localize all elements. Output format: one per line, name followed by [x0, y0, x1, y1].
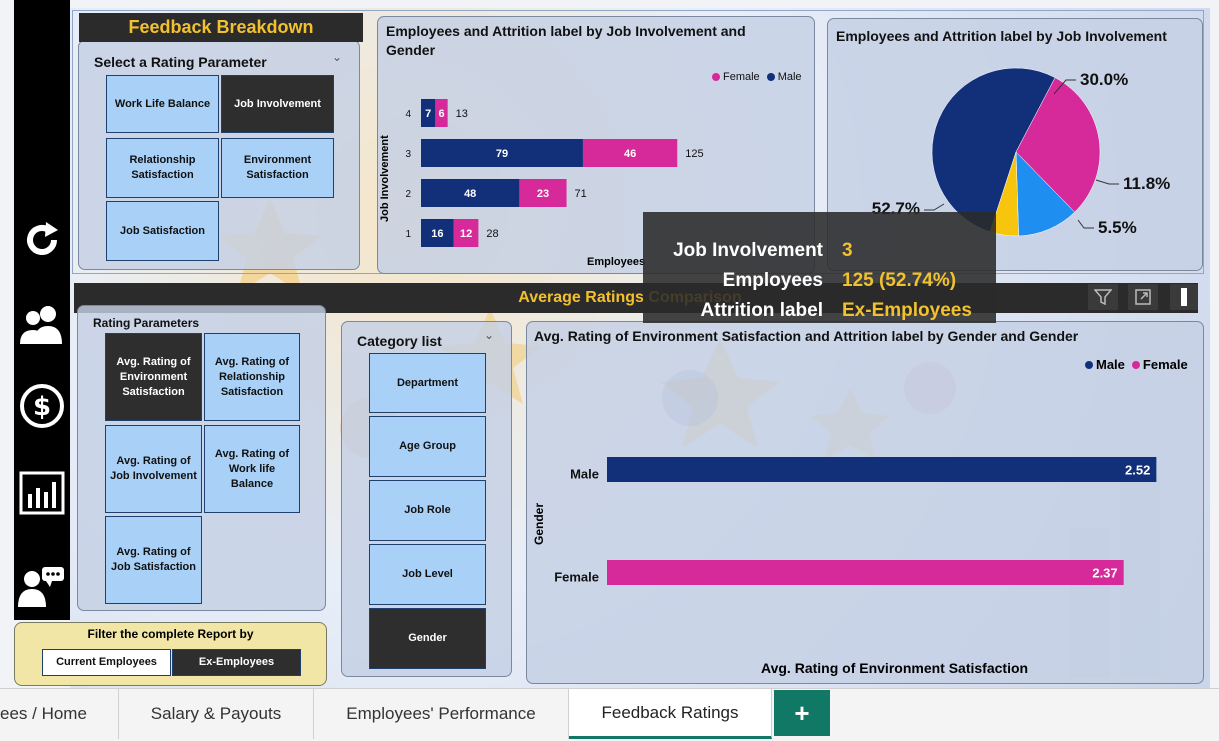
chart3-xlabel: Avg. Rating of Environment Satisfaction	[761, 660, 1029, 676]
pie-leader-line	[1095, 179, 1119, 185]
svg-text:$: $	[33, 392, 51, 422]
tab-feedback-ratings[interactable]: Feedback Ratings	[569, 689, 772, 739]
employees-icon[interactable]	[14, 304, 70, 346]
tooltip-key-job-involvement: Job Involvement	[673, 240, 823, 261]
legend-female-swatch	[712, 73, 720, 81]
tile-relationship-satisfaction[interactable]: Relationship Satisfaction	[106, 138, 219, 198]
pie-label: 11.8%	[1123, 174, 1170, 193]
param-relationship-satisfaction[interactable]: Avg. Rating of Relationship Satisfaction	[204, 333, 300, 421]
chart2-title: Employees and Attrition label by Job Inv…	[836, 28, 1167, 44]
hover-tooltip: Job Involvement 3 Employees 125 (52.74%)…	[643, 212, 996, 323]
chart3-title: Avg. Rating of Environment Satisfaction …	[534, 328, 1079, 344]
legend-male-label: Male	[777, 71, 802, 83]
navigation-sidebar: $	[14, 0, 70, 620]
chart3-legend: Male Female	[1085, 357, 1188, 372]
category-chevron-down-icon[interactable]: ⌄	[484, 328, 494, 342]
dollar-icon[interactable]: $	[14, 383, 70, 429]
tile-job-satisfaction[interactable]: Job Satisfaction	[106, 201, 219, 261]
pie-leader-line	[924, 203, 945, 211]
param-job-satisfaction[interactable]: Avg. Rating of Job Satisfaction	[105, 516, 202, 604]
category-department[interactable]: Department	[369, 353, 486, 413]
chart1-male-value: 48	[464, 188, 476, 200]
chart1-total-value: 28	[486, 228, 498, 240]
chart1-tick-label: 4	[405, 109, 411, 120]
tooltip-key-attrition: Attrition label	[700, 300, 823, 321]
bar-chart-icon[interactable]	[14, 470, 70, 516]
more-options-icon[interactable]	[1170, 284, 1198, 310]
tooltip-value-attrition: Ex-Employees	[842, 300, 972, 321]
pie-label: 5.5%	[1098, 218, 1137, 237]
tooltip-value-job-involvement: 3	[842, 240, 853, 261]
chart1-female-value: 46	[624, 148, 636, 160]
param-job-involvement[interactable]: Avg. Rating of Job Involvement	[105, 425, 202, 513]
filter-ex-employees-button[interactable]: Ex-Employees	[172, 649, 301, 676]
category-list-title: Category list	[357, 333, 442, 349]
chart3-tick-label: Male	[570, 467, 599, 482]
category-job-level[interactable]: Job Level	[369, 544, 486, 605]
tooltip-key-employees: Employees	[722, 270, 823, 291]
chart3-plot: Male 2.52 Female 2.37	[554, 457, 1157, 585]
chevron-down-icon[interactable]: ⌄	[332, 50, 342, 64]
chart1-tick-label: 1	[405, 229, 411, 240]
pie-label: 30.0%	[1080, 70, 1128, 89]
feedback-breakdown-header: Feedback Breakdown	[79, 13, 363, 42]
chart1-ylabel: Job Involvement	[379, 135, 391, 222]
tooltip-value-employees: 125 (52.74%)	[842, 270, 957, 291]
param-work-life-balance[interactable]: Avg. Rating of Work life Balance	[204, 425, 300, 513]
legend-male-swatch	[1085, 360, 1093, 369]
chart3-bar[interactable]	[607, 560, 1124, 585]
chart3-bar[interactable]	[607, 457, 1157, 482]
chart3-legend-female: Female	[1142, 357, 1188, 372]
pie-leader-line	[1077, 219, 1094, 229]
add-page-button[interactable]: +	[774, 690, 830, 736]
chart1-female-value: 23	[537, 188, 549, 200]
param-environment-satisfaction[interactable]: Avg. Rating of Environment Satisfaction	[105, 333, 202, 421]
select-rating-title: Select a Rating Parameter	[94, 54, 267, 70]
chart1-legend: Female Male	[712, 71, 802, 83]
chart1-male-value: 16	[431, 228, 443, 240]
chart1-total-value: 13	[456, 108, 468, 120]
chart1-tick-label: 2	[405, 189, 411, 200]
focus-mode-icon[interactable]	[1128, 284, 1158, 310]
chart3-tick-label: Female	[554, 570, 599, 585]
tile-job-involvement[interactable]: Job Involvement	[221, 75, 334, 133]
tab-salary-payouts[interactable]: Salary & Payouts	[119, 689, 314, 739]
tile-work-life-balance[interactable]: Work Life Balance	[106, 75, 219, 133]
filter-current-employees-button[interactable]: Current Employees	[42, 649, 171, 676]
legend-female-label: Female	[723, 71, 760, 83]
feedback-icon[interactable]	[14, 565, 70, 609]
tab-employees-performance[interactable]: Employees' Performance	[314, 689, 569, 739]
chart1-tick-label: 3	[405, 149, 411, 160]
page-tab-bar: ees / Home Salary & Payouts Employees' P…	[0, 688, 1219, 741]
filter-title: Filter the complete Report by	[87, 627, 254, 641]
chart1-male-value: 79	[496, 148, 508, 160]
chart1-female-value: 12	[460, 228, 472, 240]
report-canvas: $ Feedback Breakdown Select a Rating Par…	[0, 0, 1219, 690]
category-gender[interactable]: Gender	[369, 608, 486, 669]
chart1-title: Employees and Attrition label by Job Inv…	[386, 23, 746, 58]
category-job-role[interactable]: Job Role	[369, 480, 486, 541]
chart1-total-value: 125	[685, 148, 703, 160]
legend-male-swatch	[766, 73, 775, 81]
legend-female-swatch	[1131, 360, 1140, 369]
chart3-legend-male: Male	[1096, 357, 1125, 372]
chart1-xlabel: Employees	[587, 256, 646, 268]
refresh-icon[interactable]	[14, 218, 70, 262]
chart1-total-value: 71	[575, 188, 587, 200]
chart1-female-value: 6	[438, 108, 444, 120]
category-age-group[interactable]: Age Group	[369, 416, 486, 477]
rating-parameters-title: Rating Parameters	[93, 316, 200, 330]
tile-environment-satisfaction[interactable]: Environment Satisfaction	[221, 138, 334, 198]
chart3-value-label: 2.52	[1125, 463, 1150, 478]
tab-home[interactable]: ees / Home	[0, 689, 119, 739]
chart1-male-value: 7	[425, 108, 431, 120]
filter-icon[interactable]	[1088, 284, 1118, 310]
chart3-value-label: 2.37	[1092, 566, 1117, 581]
